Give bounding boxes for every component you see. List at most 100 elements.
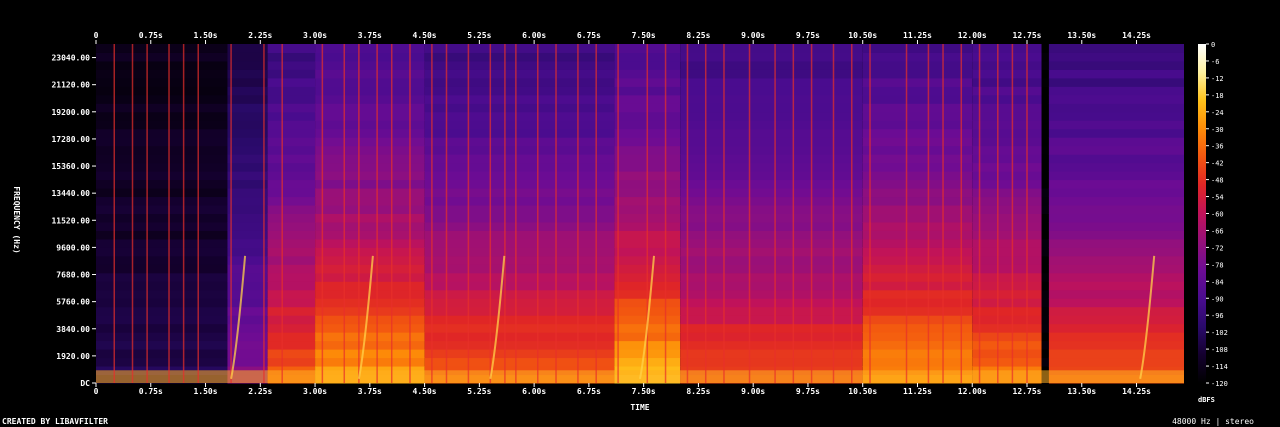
spectrogram-cell <box>972 357 1042 367</box>
spectrogram-cell <box>862 120 973 130</box>
spectrogram-cell <box>1048 213 1184 223</box>
spectrogram-cell <box>315 238 425 248</box>
spectrogram-cell <box>424 221 615 231</box>
spectrogram-cell <box>1048 145 1184 155</box>
spectrogram-cell <box>267 230 316 240</box>
spectrogram-cell <box>862 230 973 240</box>
spectrogram-cell <box>315 230 425 240</box>
spectrogram-cell <box>680 162 863 172</box>
spectrogram-cell <box>972 77 1042 87</box>
spectrogram-cell <box>972 145 1042 155</box>
spectrogram-cell <box>267 205 316 214</box>
x-tick-label: 4.50s <box>413 31 437 40</box>
spectrogram-cell <box>227 103 268 113</box>
spectrogram-cell <box>862 94 973 104</box>
spectrogram-cell <box>680 323 863 333</box>
spectrogram-cell <box>1041 94 1049 104</box>
spectrogram-cell <box>1048 162 1184 172</box>
colorbar-tick-label: -90 <box>1211 295 1224 303</box>
x-tick-label: 1.50s <box>193 387 217 396</box>
spectrogram-cell <box>972 86 1042 96</box>
spectrogram-cell <box>680 196 863 206</box>
spectrogram-cell <box>267 247 316 257</box>
spectrogram-cell <box>972 332 1042 342</box>
spectrogram-cell <box>862 77 973 87</box>
spectrogram-cell <box>267 60 316 70</box>
spectrogram-cell <box>424 196 615 206</box>
spectrogram-cell <box>96 213 228 223</box>
spectrogram-cell <box>96 357 228 367</box>
spectrogram-cell <box>680 255 863 265</box>
x-tick-label: 8.25s <box>686 387 710 396</box>
x-tick-label: 14.25s <box>1122 31 1151 40</box>
x-axis-label: TIME <box>630 403 649 412</box>
spectrogram-cell <box>1041 332 1049 342</box>
spectrogram-cell <box>96 137 228 147</box>
spectrogram-cell <box>227 306 268 316</box>
spectrogram-cell <box>227 120 268 130</box>
spectrogram-cell <box>1048 120 1184 130</box>
spectrogram-cell <box>315 306 425 316</box>
spectrogram-cell <box>1041 272 1049 282</box>
spectrogram-cell <box>315 264 425 274</box>
x-tick-label: 7.50s <box>632 31 656 40</box>
y-tick-label: 3840.00 <box>56 325 90 334</box>
spectrogram-cell <box>96 77 228 87</box>
spectrogram-cell <box>1041 120 1049 130</box>
spectrogram-cell <box>1048 60 1184 70</box>
colorbar-tick-label: -6 <box>1211 58 1219 66</box>
spectrogram-cell <box>972 52 1042 62</box>
spectrogram-cell <box>680 94 863 104</box>
spectrogram-cell <box>227 154 268 164</box>
spectrogram-cell <box>227 179 268 189</box>
spectrogram-cell <box>424 281 615 291</box>
y-tick-label: 1920.00 <box>56 352 90 361</box>
spectrogram-cell <box>315 221 425 231</box>
spectrogram-cell <box>96 298 228 308</box>
spectrogram-cell <box>424 111 615 121</box>
spectrogram-cell <box>862 349 973 359</box>
spectrogram-cell <box>1041 52 1049 62</box>
colorbar-tick-label: -120 <box>1211 380 1228 388</box>
spectrogram-cell <box>972 171 1042 181</box>
spectrogram-cell <box>1048 128 1184 138</box>
spectrogram-cell <box>227 332 268 342</box>
spectrogram-cell <box>227 69 268 79</box>
colorbar-tick-label: -84 <box>1211 278 1224 286</box>
spectrogram-cell <box>315 179 425 189</box>
spectrogram-cell <box>680 230 863 240</box>
spectrogram-plot <box>96 44 1184 384</box>
spectrogram-cell <box>1048 137 1184 147</box>
spectrogram-cell <box>227 60 268 70</box>
spectrogram-cell <box>1048 221 1184 231</box>
y-axis-label: FREQUENCY (Hz) <box>12 186 21 253</box>
spectrogram-cell <box>862 103 973 113</box>
spectrogram-cell <box>267 264 316 274</box>
x-tick-label: 5.25s <box>467 31 491 40</box>
spectrogram-cell <box>424 60 615 70</box>
spectrogram-cell <box>1041 238 1049 248</box>
spectrogram-cell <box>424 44 615 53</box>
spectrogram-cell <box>424 188 615 198</box>
colorbar-tick-label: -114 <box>1211 363 1228 371</box>
spectrogram-cell <box>1041 103 1049 113</box>
spectrogram-cell <box>680 60 863 70</box>
x-tick-label: 7.50s <box>632 387 656 396</box>
colorbar-tick-label: -102 <box>1211 329 1228 337</box>
x-tick-label: 6.00s <box>522 387 546 396</box>
spectrogram-cell <box>227 281 268 291</box>
y-tick-label: 9600.00 <box>56 243 90 252</box>
spectrogram-cell <box>862 298 973 308</box>
spectrogram-cell <box>1041 306 1049 316</box>
spectrogram-cell <box>227 247 268 257</box>
spectrogram-cell <box>227 238 268 248</box>
spectrogram-cell <box>424 340 615 350</box>
spectrogram-cell <box>267 137 316 147</box>
spectrogram-cell <box>1041 298 1049 308</box>
spectrogram-cell <box>862 332 973 342</box>
spectrogram-cell <box>862 162 973 172</box>
spectrogram-cell <box>1041 230 1049 240</box>
spectrogram-cell <box>96 306 228 316</box>
spectrogram-cell <box>862 264 973 274</box>
spectrogram-cell <box>227 349 268 359</box>
